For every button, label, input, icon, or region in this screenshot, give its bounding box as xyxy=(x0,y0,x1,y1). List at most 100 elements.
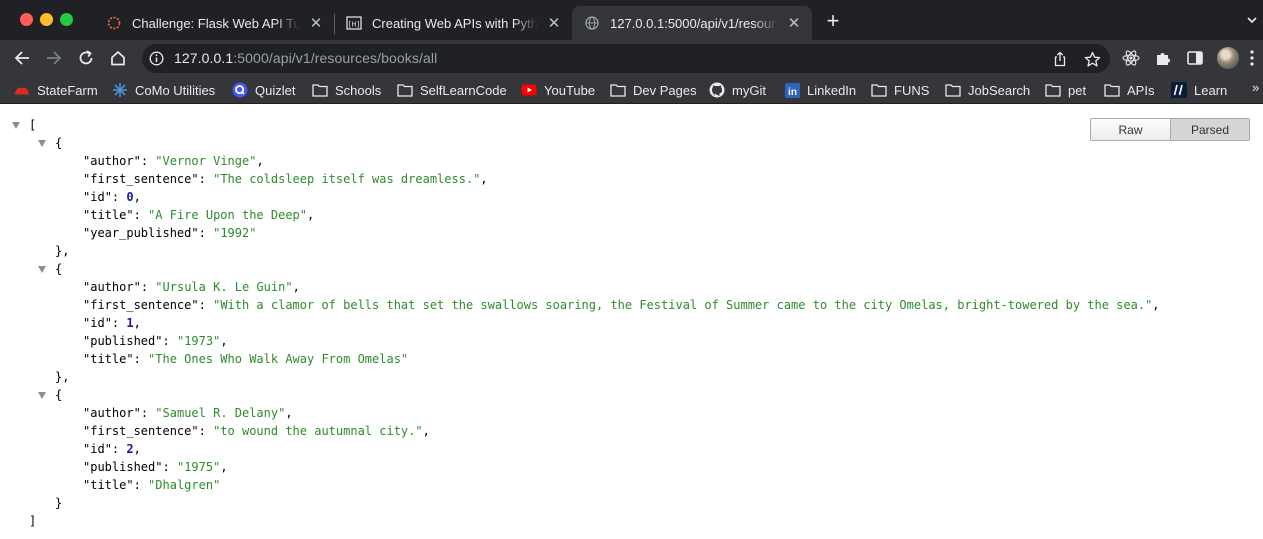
bookmark-mygit[interactable]: myGit xyxy=(709,80,766,100)
back-arrow-icon xyxy=(14,51,29,65)
url-host: 127.0.0.1 xyxy=(174,50,234,66)
json-key: published xyxy=(90,334,156,348)
collapse-toggle-icon[interactable] xyxy=(38,392,46,399)
bookmark-pet[interactable]: pet xyxy=(1045,80,1086,100)
json-punctuation: ": xyxy=(191,172,214,186)
bookmark-label: Schools xyxy=(335,82,382,98)
tab-api-books-all[interactable]: 127.0.0.1:5000/api/v1/resources/books/al… xyxy=(572,6,812,40)
close-tab-icon[interactable]: ✕ xyxy=(306,13,326,33)
como-utilities-icon xyxy=(112,82,128,98)
json-punctuation: ": xyxy=(155,460,177,474)
json-string-text: 1992 xyxy=(220,226,250,240)
json-property-title: "title": "A Fire Upon the Deep", xyxy=(0,206,1263,224)
toolbar: 127.0.0.1:5000/api/v1/resources/books/al… xyxy=(0,40,1263,76)
bookmark-label: YouTube xyxy=(544,82,596,98)
bookmark-linkedin[interactable]: in LinkedIn xyxy=(784,80,856,100)
close-tab-icon[interactable]: ✕ xyxy=(784,13,804,33)
json-string-value: "A Fire Upon the Deep" xyxy=(148,208,308,222)
extensions-puzzle-icon[interactable] xyxy=(1154,49,1172,67)
bookmark-schools[interactable]: Schools xyxy=(312,80,381,100)
json-property-published: "published": "1975", xyxy=(0,458,1263,476)
forward-button[interactable] xyxy=(42,46,66,70)
collapse-toggle-icon[interactable] xyxy=(38,140,46,147)
new-tab-button[interactable]: + xyxy=(822,10,844,33)
json-number-value: 0 xyxy=(126,190,134,204)
react-devtools-icon[interactable] xyxy=(1122,49,1140,67)
json-string-text: Vernor Vinge xyxy=(162,154,250,168)
json-punctuation: , xyxy=(292,280,300,294)
tab-title: Challenge: Flask Web API Tutorial xyxy=(132,15,300,31)
json-property-first_sentence: "first_sentence": "to wound the autumnal… xyxy=(0,422,1263,440)
bookmark-label: JobSearch xyxy=(968,82,1031,98)
address-bar[interactable]: 127.0.0.1:5000/api/v1/resources/books/al… xyxy=(142,44,1110,73)
json-line: } xyxy=(0,494,1263,512)
share-icon[interactable] xyxy=(1051,50,1069,68)
profile-avatar[interactable] xyxy=(1217,47,1239,69)
bookmark-statefarm[interactable]: StateFarm xyxy=(14,80,98,100)
json-string-value: "Vernor Vinge" xyxy=(155,154,257,168)
json-punctuation: ": xyxy=(133,280,156,294)
close-tab-icon[interactable]: ✕ xyxy=(544,13,564,33)
svg-text:[H]: [H] xyxy=(348,21,361,29)
json-punctuation: ": xyxy=(126,478,149,492)
bookmark-quizlet[interactable]: Quizlet xyxy=(232,80,295,100)
json-punctuation: , xyxy=(307,208,315,222)
json-key: author xyxy=(90,280,134,294)
bookmark-label: APIs xyxy=(1127,82,1155,98)
json-punctuation: [ xyxy=(29,118,37,132)
json-property-author: "author": "Vernor Vinge", xyxy=(0,152,1263,170)
bookmark-learn[interactable]: Learn xyxy=(1171,80,1227,100)
json-number-value: 1 xyxy=(126,316,134,330)
info-icon[interactable] xyxy=(149,51,164,66)
bookmarks-overflow-chevron[interactable]: » xyxy=(1252,80,1259,95)
json-key: id xyxy=(90,190,105,204)
json-string-value: "The coldsleep itself was dreamless." xyxy=(213,172,481,186)
bookmark-apis[interactable]: APIs xyxy=(1104,80,1154,100)
more-menu-icon[interactable] xyxy=(1250,50,1254,66)
home-button[interactable] xyxy=(106,46,130,70)
folder-icon xyxy=(397,82,413,98)
zoom-window-button[interactable] xyxy=(60,13,73,26)
bookmark-jobsearch[interactable]: JobSearch xyxy=(945,80,1030,100)
bookmark-selflearncode[interactable]: SelfLearnCode xyxy=(397,80,507,100)
json-punctuation: }, xyxy=(55,370,70,384)
url-text[interactable]: 127.0.0.1:5000/api/v1/resources/books/al… xyxy=(174,50,437,66)
json-punctuation: , xyxy=(133,316,141,330)
json-punctuation: , xyxy=(1152,298,1160,312)
close-window-button[interactable] xyxy=(20,13,33,26)
json-string-text: 1973 xyxy=(184,334,214,348)
json-punctuation: ": xyxy=(104,442,127,456)
json-punctuation: , xyxy=(256,154,264,168)
json-key: title xyxy=(90,478,127,492)
linkedin-icon: in xyxy=(784,82,800,98)
json-property-author: "author": "Samuel R. Delany", xyxy=(0,404,1263,422)
back-button[interactable] xyxy=(10,46,34,70)
collapse-toggle-icon[interactable] xyxy=(38,266,46,273)
bookmark-dev-pages[interactable]: Dev Pages xyxy=(610,80,697,100)
quizlet-icon xyxy=(232,82,248,98)
bookmark-como-utilities[interactable]: CoMo Utilities xyxy=(112,80,215,100)
json-property-first_sentence: "first_sentence": "The coldsleep itself … xyxy=(0,170,1263,188)
json-key: first_sentence xyxy=(90,172,192,186)
reload-button[interactable] xyxy=(74,46,98,70)
folder-icon xyxy=(610,82,626,98)
bookmark-youtube[interactable]: YouTube xyxy=(521,80,595,100)
bookmarks-bar: StateFarm CoMo Utilities Quizlet Schools… xyxy=(0,76,1263,104)
json-punctuation: , xyxy=(133,442,141,456)
tab-creating-web-apis[interactable]: [H] Creating Web APIs with Python and Fl… xyxy=(334,6,572,40)
json-property-id: "id": 0, xyxy=(0,188,1263,206)
json-key: id xyxy=(90,442,105,456)
json-punctuation: ] xyxy=(29,514,37,528)
collapse-toggle-icon[interactable] xyxy=(12,122,20,129)
json-key: first_sentence xyxy=(90,298,192,312)
tab-search-chevron-icon[interactable] xyxy=(1245,13,1259,27)
bookmark-funs[interactable]: FUNS xyxy=(871,80,929,100)
minimize-window-button[interactable] xyxy=(40,13,53,26)
tab-flask-tutorial[interactable]: Challenge: Flask Web API Tutorial ✕ xyxy=(94,6,334,40)
json-string-text: to wound the autumnal city. xyxy=(220,424,416,438)
json-property-id: "id": 1, xyxy=(0,314,1263,332)
bookmark-label: Dev Pages xyxy=(633,82,697,98)
side-panel-icon[interactable] xyxy=(1186,49,1204,67)
json-line: [ xyxy=(0,116,1263,134)
bookmark-star-icon[interactable] xyxy=(1083,50,1101,68)
